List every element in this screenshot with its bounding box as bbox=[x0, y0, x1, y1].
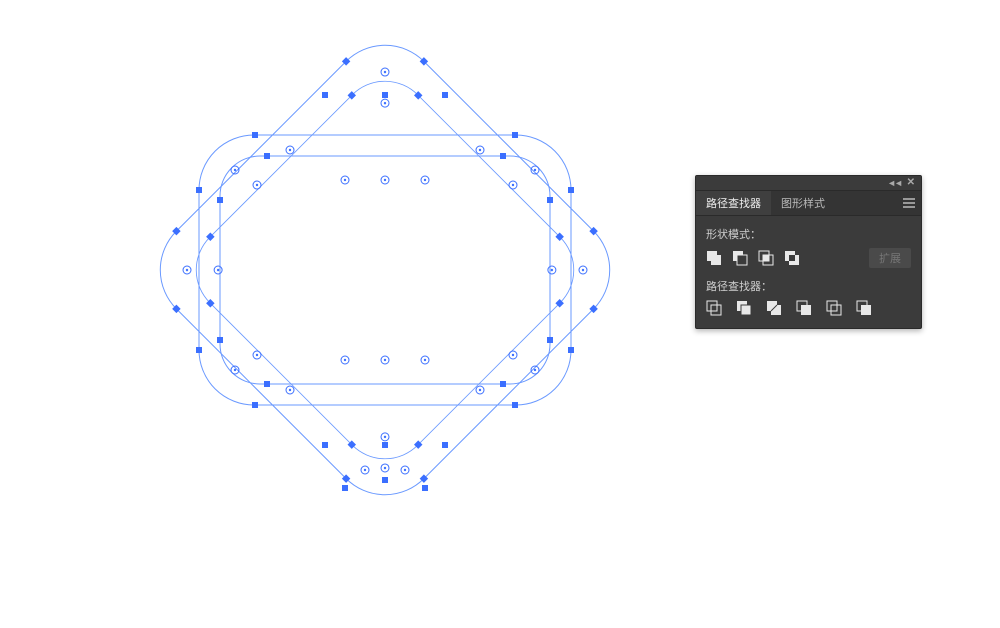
pathfinders-row bbox=[706, 300, 911, 316]
panel-menu-icon[interactable] bbox=[897, 191, 921, 215]
trim-icon[interactable] bbox=[736, 300, 752, 316]
minus-back-icon[interactable] bbox=[856, 300, 872, 316]
expand-button: 扩展 bbox=[869, 248, 911, 268]
panel-collapse-icon[interactable]: ◄◄ bbox=[887, 178, 901, 188]
panel-titlebar[interactable]: ◄◄ ✕ bbox=[696, 176, 921, 191]
tab-graphic-styles[interactable]: 图形样式 bbox=[771, 191, 835, 215]
canvas-area[interactable]: ◄◄ ✕ 路径查找器 图形样式 形状模式： bbox=[0, 0, 1000, 628]
outline-icon[interactable] bbox=[826, 300, 842, 316]
panel-close-icon[interactable]: ✕ bbox=[907, 177, 915, 188]
unite-icon[interactable] bbox=[706, 250, 722, 266]
intersect-icon[interactable] bbox=[758, 250, 774, 266]
pathfinders-label: 路径查找器： bbox=[706, 278, 911, 294]
shape-modes-row: 扩展 bbox=[706, 248, 911, 268]
minus-front-icon[interactable] bbox=[732, 250, 748, 266]
divide-icon[interactable] bbox=[706, 300, 722, 316]
panel-body: 形状模式： 扩展 路径查找器： bbox=[696, 216, 921, 328]
pathfinder-panel[interactable]: ◄◄ ✕ 路径查找器 图形样式 形状模式： bbox=[695, 175, 922, 329]
selected-artwork[interactable] bbox=[140, 25, 630, 515]
shape-modes-label: 形状模式： bbox=[706, 226, 911, 242]
crop-icon[interactable] bbox=[796, 300, 812, 316]
panel-tabs: 路径查找器 图形样式 bbox=[696, 191, 921, 216]
tab-pathfinder[interactable]: 路径查找器 bbox=[696, 191, 771, 215]
exclude-icon[interactable] bbox=[784, 250, 800, 266]
merge-icon[interactable] bbox=[766, 300, 782, 316]
